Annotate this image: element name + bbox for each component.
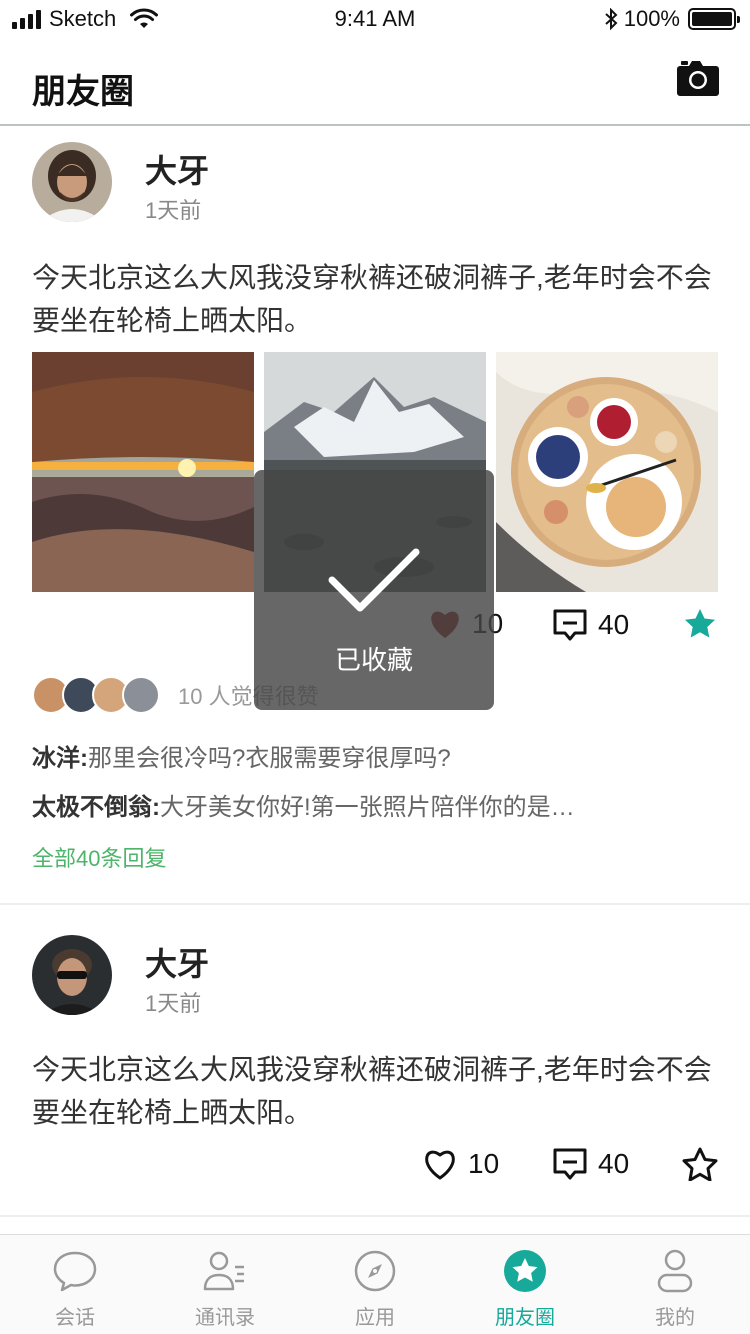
comment-item[interactable]: 太极不倒翁:大牙美女你好!第一张照片陪伴你的是…	[32, 787, 722, 822]
chat-bubble-icon	[53, 1251, 97, 1292]
tab-moments[interactable]: 朋友圈	[450, 1235, 600, 1334]
liker-avatars	[32, 676, 160, 714]
post-actions: 10 40	[0, 1147, 750, 1187]
camera-icon[interactable]	[676, 58, 720, 98]
author-name[interactable]: 大牙	[145, 146, 209, 192]
comment-item[interactable]: 冰洋:那里会很冷吗?衣服需要穿很厚吗?	[32, 738, 722, 773]
star-circle-icon	[504, 1250, 546, 1292]
like-count: 10	[468, 1148, 500, 1179]
comment-user: 冰洋:	[32, 745, 88, 772]
avatar	[122, 676, 160, 714]
photo-thumbnail[interactable]	[32, 352, 254, 592]
tab-apps[interactable]: 应用	[300, 1235, 450, 1334]
comment-icon	[553, 1148, 587, 1180]
status-bar: Sketch 9:41 AM 100%	[0, 0, 750, 40]
tab-label: 朋友圈	[495, 1307, 555, 1329]
comment-icon	[553, 609, 587, 641]
tab-chat[interactable]: 会话	[0, 1235, 150, 1334]
star-outline-icon	[682, 1147, 718, 1181]
nav-bar: 朋友圈	[0, 40, 750, 126]
compass-icon	[354, 1250, 396, 1292]
post-text: 今天北京这么大风我没穿秋裤还破洞裤子,老年时会不会要坐在轮椅上晒太阳。	[32, 1054, 712, 1128]
person-icon	[657, 1249, 693, 1293]
tab-label: 我的	[655, 1307, 695, 1329]
comment-text: 那里会很冷吗?衣服需要穿很厚吗?	[88, 745, 451, 772]
comment-button[interactable]: 40	[552, 1147, 629, 1181]
status-right: 100%	[604, 6, 740, 32]
favorite-button[interactable]	[682, 1147, 718, 1181]
photo-thumbnail[interactable]	[496, 352, 718, 592]
tab-label: 会话	[55, 1307, 95, 1329]
comment-count: 40	[598, 609, 630, 640]
battery-icon	[688, 8, 740, 30]
breakfast-tray-photo	[496, 352, 718, 592]
canyon-sunset-photo	[32, 352, 254, 592]
tab-label: 通讯录	[195, 1307, 255, 1329]
toast-message: 已收藏	[334, 645, 413, 675]
post-card: 大牙 1天前 今天北京这么大风我没穿秋裤还破洞裤子,老年时会不会要坐在轮椅上晒太…	[0, 905, 750, 1215]
favorite-toast: 已收藏	[254, 470, 494, 710]
avatar[interactable]	[32, 142, 112, 222]
like-button[interactable]: 10	[422, 1147, 499, 1181]
author-name[interactable]: 大牙	[145, 939, 209, 985]
comment-count: 40	[598, 1148, 630, 1179]
tab-me[interactable]: 我的	[600, 1235, 750, 1334]
all-replies-link[interactable]: 全部40条回复	[32, 841, 166, 873]
post-time: 1天前	[145, 991, 202, 1016]
post-divider	[0, 1215, 750, 1217]
comment-button[interactable]: 40	[552, 608, 629, 642]
avatar[interactable]	[32, 935, 112, 1015]
comment-text: 大牙美女你好!第一张照片陪伴你的是…	[160, 794, 575, 821]
battery-percent: 100%	[623, 6, 680, 31]
star-filled-icon	[685, 609, 715, 638]
page-title: 朋友圈	[32, 73, 134, 111]
tab-bar: 会话 通讯录 应用 朋友圈 我的	[0, 1234, 750, 1334]
tab-contacts[interactable]: 通讯录	[150, 1235, 300, 1334]
post-text: 今天北京这么大风我没穿秋裤还破洞裤子,老年时会不会要坐在轮椅上晒太阳。	[32, 262, 712, 336]
heart-outline-icon	[425, 1150, 455, 1180]
favorite-button[interactable]	[684, 608, 716, 638]
checkmark-icon	[328, 548, 420, 612]
post-time: 1天前	[145, 198, 202, 223]
comment-user: 太极不倒翁:	[32, 794, 160, 821]
tab-label: 应用	[355, 1307, 395, 1329]
bluetooth-icon	[605, 8, 618, 30]
contacts-icon	[203, 1251, 244, 1291]
